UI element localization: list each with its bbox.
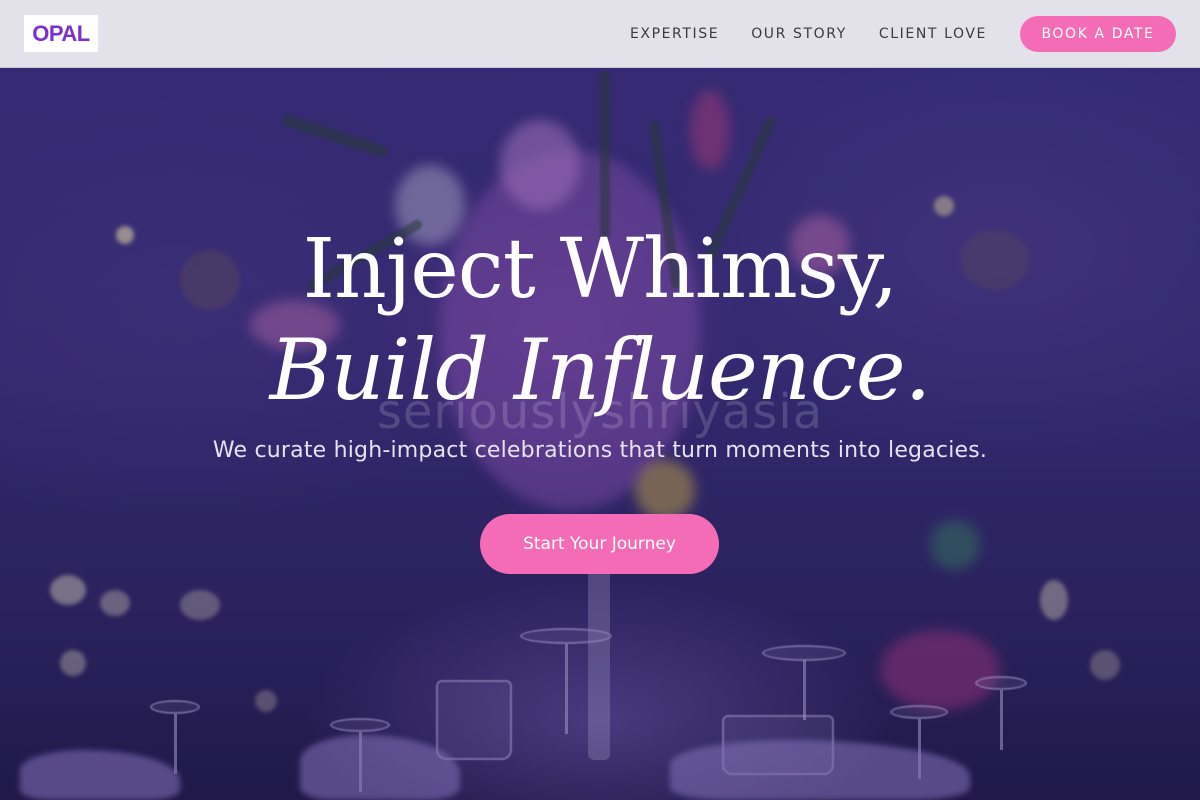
logo[interactable]: OPAL bbox=[24, 15, 98, 52]
nav-link-client-love[interactable]: CLIENT LOVE bbox=[879, 26, 987, 42]
hero-section: Inject Whimsy, Build Influence. We curat… bbox=[0, 220, 1200, 463]
navbar: OPAL EXPERTISE OUR STORY CLIENT LOVE BOO… bbox=[0, 0, 1200, 68]
hero-headline-line1: Inject Whimsy, bbox=[302, 222, 899, 317]
book-a-date-button[interactable]: BOOK A DATE bbox=[1020, 16, 1176, 52]
hero-headline: Inject Whimsy, Build Influence. bbox=[0, 220, 1200, 420]
nav-link-our-story[interactable]: OUR STORY bbox=[751, 26, 847, 42]
nav-link-expertise[interactable]: EXPERTISE bbox=[630, 26, 719, 42]
logo-text: OPAL bbox=[32, 20, 90, 46]
start-your-journey-button[interactable]: Start Your Journey bbox=[480, 514, 719, 574]
nav-links: EXPERTISE OUR STORY CLIENT LOVE bbox=[630, 0, 987, 68]
hero-headline-line2: Build Influence. bbox=[269, 321, 932, 419]
hero-subheadline: We curate high-impact celebrations that … bbox=[212, 438, 988, 463]
